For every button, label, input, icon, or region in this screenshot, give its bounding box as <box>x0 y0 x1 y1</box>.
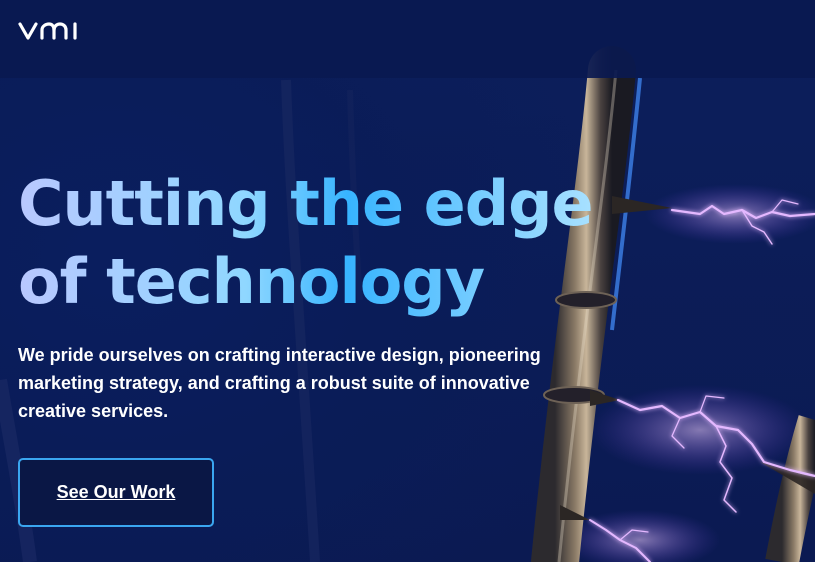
logo-glyph-icon <box>18 22 77 40</box>
hero-subtext: We pride ourselves on crafting interacti… <box>18 345 541 421</box>
hero-content: Cutting the edge of technology We pride … <box>18 165 618 425</box>
vmi-logo-icon[interactable] <box>18 21 82 41</box>
hero-page: Cutting the edge of technology We pride … <box>0 0 815 562</box>
headline-line-1: Cutting the edge <box>18 167 593 240</box>
headline-line-2: of technology <box>18 245 485 318</box>
hero-headline: Cutting the edge of technology <box>18 165 618 321</box>
see-our-work-button[interactable]: See Our Work <box>18 458 214 527</box>
site-header <box>0 0 815 78</box>
